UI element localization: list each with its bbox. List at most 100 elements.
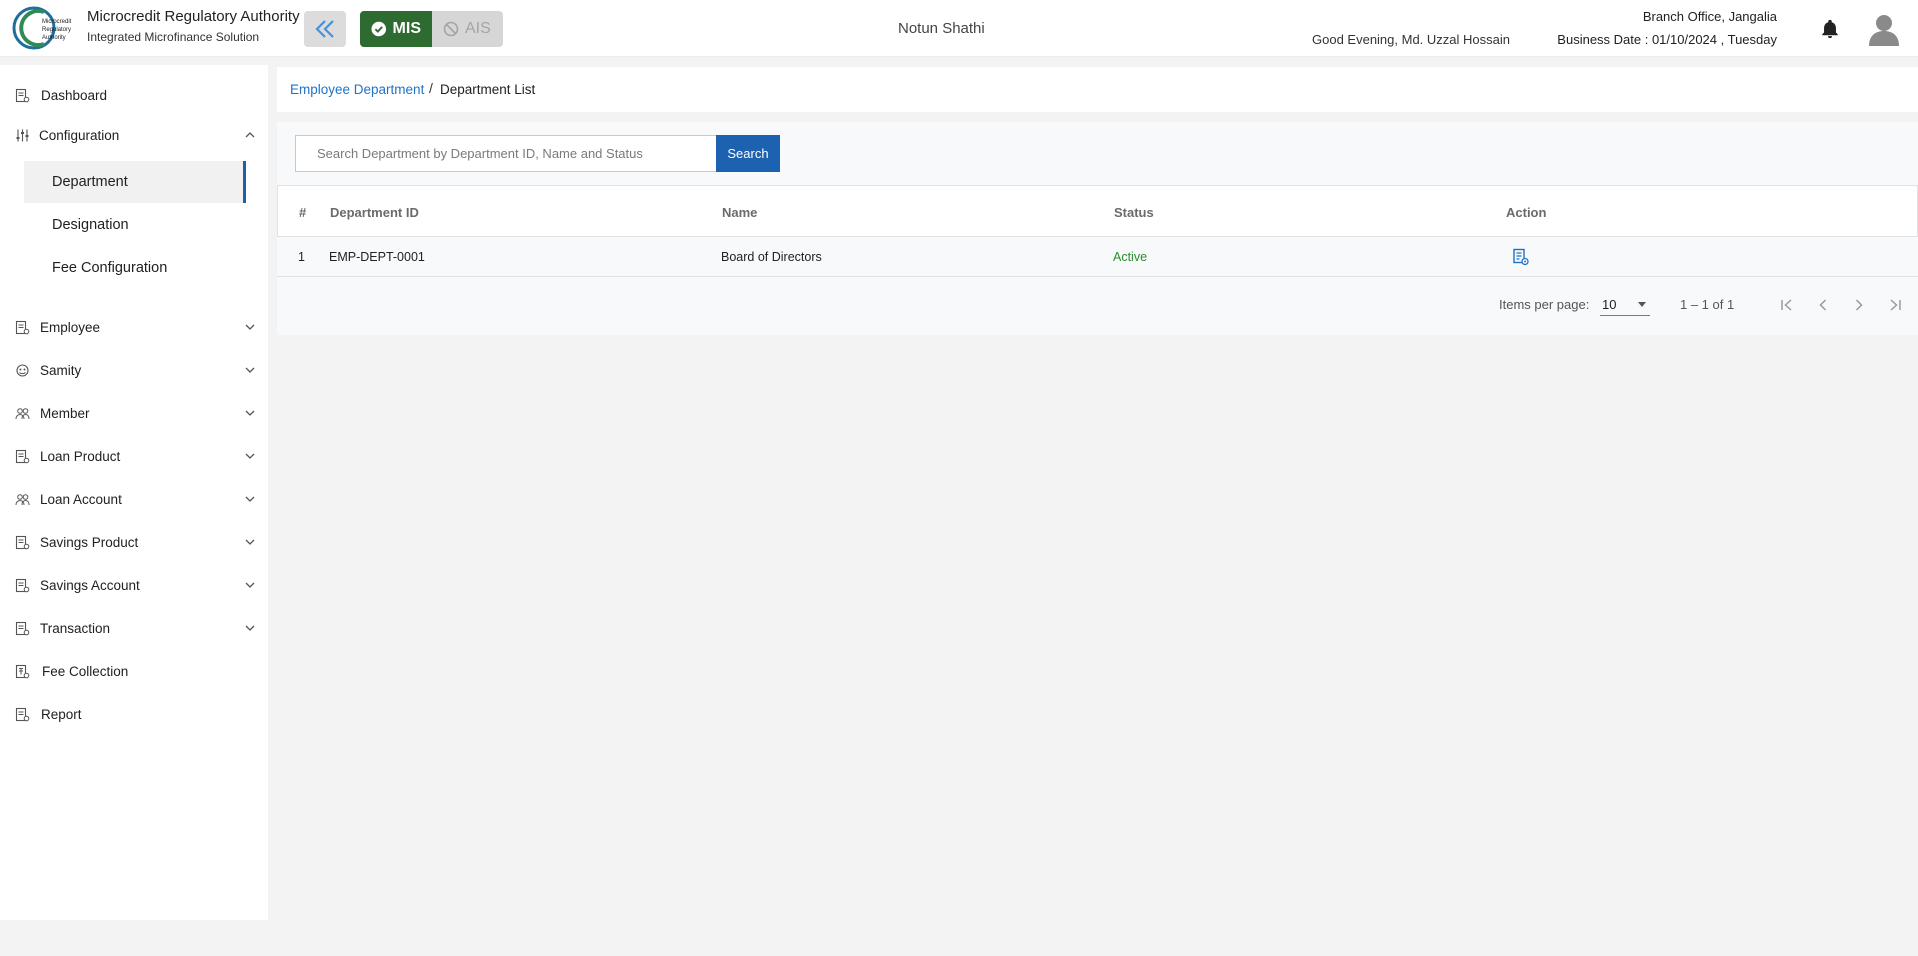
- app-title: Notun Shathi: [898, 20, 985, 37]
- savings-product-icon: [15, 535, 30, 550]
- mis-mode-button[interactable]: MIS: [360, 11, 432, 47]
- items-per-page-value: 10: [1602, 297, 1617, 312]
- business-date: Business Date : 01/10/2024 , Tuesday: [1557, 32, 1777, 47]
- column-header-name[interactable]: Name: [722, 205, 757, 220]
- sidebar-item-label: Samity: [40, 362, 82, 378]
- sidebar-subitem-designation[interactable]: Designation: [24, 204, 246, 246]
- branch-name: Branch Office, Jangalia: [1642, 9, 1777, 24]
- sidebar-item-label: Configuration: [39, 127, 120, 143]
- sidebar-item-label: Dashboard: [41, 87, 108, 103]
- sliders-icon: [16, 129, 29, 142]
- sidebar-subitem-fee-configuration[interactable]: Fee Configuration: [24, 247, 246, 289]
- last-page-button[interactable]: [1882, 292, 1908, 318]
- first-page-icon: [1781, 299, 1792, 311]
- page-range: 1 – 1 of 1: [1680, 297, 1735, 312]
- chevron-down-icon: [245, 496, 255, 502]
- chevron-down-icon: [245, 410, 255, 416]
- breadcrumb-parent-link[interactable]: Employee Department: [290, 82, 424, 97]
- sidebar-item-label: Transaction: [40, 620, 111, 636]
- sidebar-item-fee-collection[interactable]: Fee Collection: [0, 655, 268, 687]
- block-icon: [443, 21, 459, 37]
- svg-text:Authority: Authority: [42, 35, 66, 41]
- search-button[interactable]: Search: [716, 135, 780, 172]
- mis-label: MIS: [392, 20, 421, 37]
- sidebar-item-loan-account[interactable]: Loan Account: [0, 483, 268, 515]
- chevron-down-icon: [245, 582, 255, 588]
- column-header-index: #: [299, 205, 307, 220]
- member-icon: [15, 408, 30, 420]
- dashboard-icon: [15, 88, 30, 103]
- next-page-button[interactable]: [1846, 292, 1872, 318]
- sidebar-item-dashboard[interactable]: Dashboard: [0, 79, 268, 111]
- chevron-down-icon: [245, 625, 255, 631]
- cell-name: Board of Directors: [721, 250, 822, 264]
- fee-collection-icon: [15, 664, 30, 679]
- sidebar-item-loan-product[interactable]: Loan Product: [0, 440, 268, 472]
- column-header-department-id[interactable]: Department ID: [330, 205, 419, 220]
- mode-toggle: MIS AIS: [360, 11, 503, 47]
- chevron-down-icon: [245, 539, 255, 545]
- double-chevron-left-icon: [315, 20, 334, 38]
- ais-label: AIS: [465, 20, 491, 37]
- sidebar-item-configuration[interactable]: Configuration: [0, 119, 268, 151]
- sidebar-item-member[interactable]: Member: [0, 397, 268, 429]
- chevron-down-icon: [245, 367, 255, 373]
- sidebar-item-savings-account[interactable]: Savings Account: [0, 569, 268, 601]
- previous-page-button[interactable]: [1810, 292, 1836, 318]
- sidebar-item-label: Savings Product: [40, 534, 139, 550]
- svg-text:Regulatory: Regulatory: [42, 27, 71, 33]
- mra-logo: Microcredit Regulatory Authority: [12, 6, 72, 50]
- sidebar: Dashboard Configuration Department Desig…: [0, 65, 268, 920]
- items-per-page-select[interactable]: 10: [1600, 294, 1650, 316]
- breadcrumb-separator: /: [429, 80, 433, 96]
- sidebar-subitem-label: Designation: [52, 217, 129, 233]
- view-details-icon[interactable]: [1512, 248, 1530, 266]
- notification-bell-icon[interactable]: [1819, 18, 1841, 40]
- cell-index: 1: [298, 250, 305, 264]
- sidebar-item-employee[interactable]: Employee: [0, 311, 268, 343]
- check-circle-icon: [371, 21, 387, 37]
- column-header-status[interactable]: Status: [1114, 205, 1154, 220]
- chevron-left-icon: [1819, 299, 1827, 311]
- app-header: Microcredit Regulatory Authority Microcr…: [0, 0, 1918, 57]
- items-per-page-label: Items per page:: [1499, 297, 1590, 312]
- collapse-sidebar-button[interactable]: [304, 11, 346, 47]
- sidebar-item-label: Employee: [40, 319, 101, 335]
- breadcrumb-current: Department List: [440, 82, 536, 97]
- breadcrumb: Employee Department / Department List: [277, 67, 1918, 112]
- org-name: Microcredit Regulatory Authority: [87, 8, 300, 25]
- paginator: Items per page: 10 1 – 1 of 1: [277, 290, 1918, 320]
- table-header-row: # Department ID Name Status Action: [277, 185, 1918, 237]
- table-row: 1 EMP-DEPT-0001 Board of Directors Activ…: [277, 237, 1918, 277]
- chevron-down-icon: [245, 324, 255, 330]
- sidebar-subitem-department[interactable]: Department: [24, 161, 246, 203]
- department-list-card: Search # Department ID Name Status Actio…: [277, 122, 1918, 335]
- sidebar-item-label: Report: [41, 706, 82, 722]
- sidebar-item-label: Loan Product: [40, 448, 121, 464]
- search-input[interactable]: [295, 135, 716, 172]
- sidebar-item-transaction[interactable]: Transaction: [0, 612, 268, 644]
- sidebar-item-report[interactable]: Report: [0, 698, 268, 730]
- first-page-button[interactable]: [1774, 292, 1800, 318]
- column-header-action: Action: [1506, 205, 1547, 220]
- savings-account-icon: [15, 578, 30, 593]
- last-page-icon: [1890, 299, 1901, 311]
- cell-department-id: EMP-DEPT-0001: [329, 250, 425, 264]
- loan-account-icon: [15, 494, 30, 506]
- user-greeting: Good Evening, Md. Uzzal Hossain: [1312, 32, 1510, 47]
- sidebar-item-samity[interactable]: Samity: [0, 354, 268, 386]
- sidebar-subitem-label: Fee Configuration: [52, 260, 168, 276]
- sidebar-item-savings-product[interactable]: Savings Product: [0, 526, 268, 558]
- ais-mode-button[interactable]: AIS: [432, 11, 503, 47]
- loan-product-icon: [15, 449, 30, 464]
- dropdown-caret-icon: [1638, 302, 1646, 307]
- transaction-icon: [15, 621, 30, 636]
- employee-icon: [15, 320, 30, 335]
- samity-icon: [16, 364, 29, 377]
- sidebar-item-label: Member: [40, 405, 90, 421]
- user-avatar-icon[interactable]: [1867, 12, 1901, 46]
- report-icon: [15, 707, 30, 722]
- org-subtitle: Integrated Microfinance Solution: [87, 30, 260, 44]
- chevron-up-icon: [245, 132, 255, 138]
- sidebar-subitem-label: Department: [52, 174, 128, 190]
